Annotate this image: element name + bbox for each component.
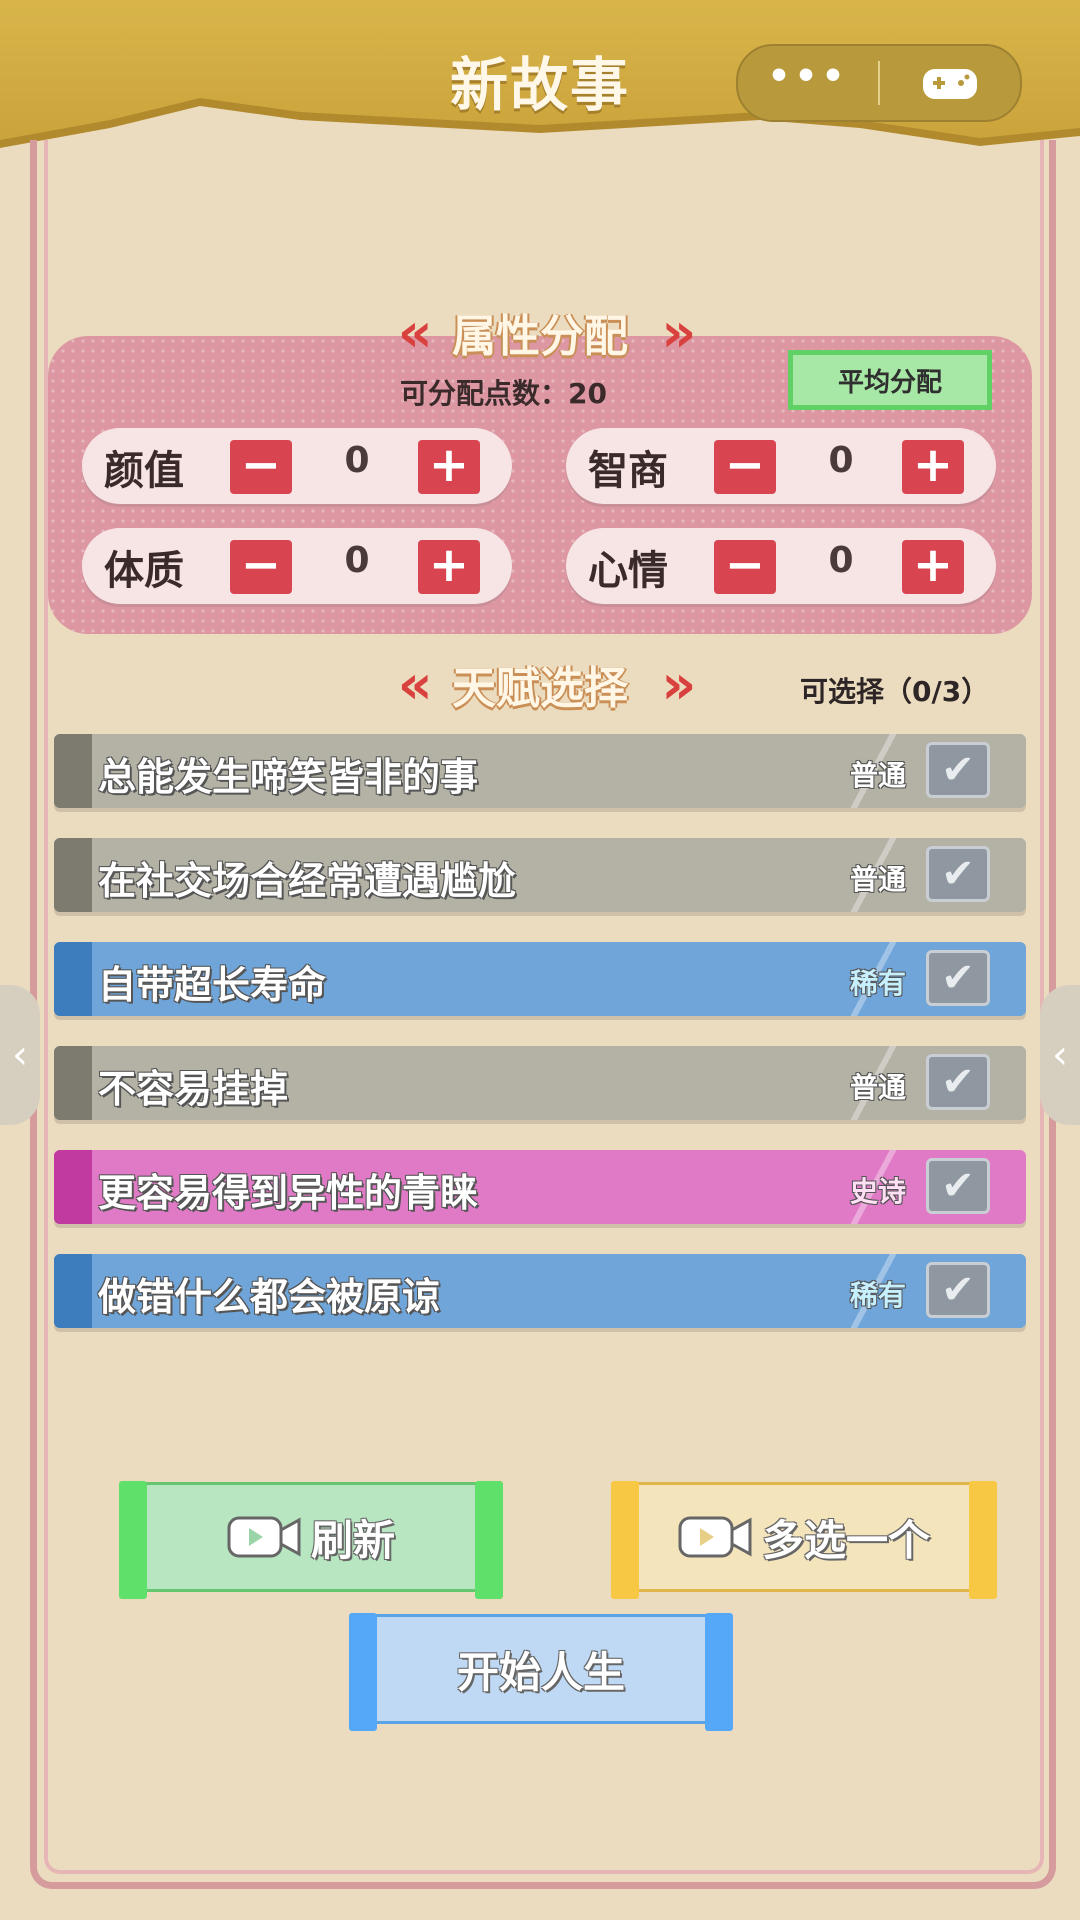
checkbox-icon[interactable]: ✔ [926,1262,990,1318]
stat-value: 0 [828,540,854,581]
plus-button[interactable]: + [902,540,964,594]
more-icon: ••• [767,55,849,97]
talent-label: 总能发生啼笑皆非的事 [98,755,479,799]
stat-mood: 心情 − 0 + [566,528,996,604]
talent-stripe [54,1150,92,1224]
stat-value: 0 [344,440,370,481]
prev-page-tab[interactable]: ‹ [0,985,40,1125]
checkbox-icon[interactable]: ✔ [926,846,990,902]
attribute-title: 属性分配 [452,311,628,362]
button-cap [475,1481,503,1599]
talent-item[interactable]: 自带超长寿命 稀有 ✔ [54,942,1026,1016]
talent-label: 在社交场合经常遭遇尴尬 [98,859,517,903]
talent-label: 做错什么都会被原谅 [98,1275,441,1319]
chevron-right-icon: ‹ [1052,1032,1068,1078]
talent-item[interactable]: 不容易挂掉 普通 ✔ [54,1046,1026,1120]
average-distribute-button[interactable]: 平均分配 [788,350,992,410]
left-chevrons-icon: « [397,301,433,364]
minus-button[interactable]: − [714,540,776,594]
checkbox-icon[interactable]: ✔ [926,742,990,798]
stat-name: 心情 [588,548,668,594]
right-chevrons-icon: » [661,301,696,364]
talent-stripe [54,838,92,912]
minus-button[interactable]: − [230,540,292,594]
talent-rarity: 普通 [849,863,906,896]
talent-label: 自带超长寿命 [98,963,327,1007]
plus-button[interactable]: + [902,440,964,494]
video-ad-icon [678,1514,752,1560]
left-chevrons-icon: « [397,653,433,716]
stat-name: 智商 [588,448,668,494]
talent-stripe [54,734,92,808]
button-cap [119,1481,147,1599]
stat-name: 体质 [104,548,184,594]
chevron-left-icon: ‹ [12,1032,28,1078]
stat-value: 0 [344,540,370,581]
talent-select-count: 可选择（0/3） [800,675,990,708]
stat-name: 颜值 [104,448,184,494]
mini-program-capsule: ••• [736,44,1022,122]
talent-title: 天赋选择 [452,663,628,714]
minus-button[interactable]: − [714,440,776,494]
talent-rarity: 普通 [849,1071,906,1104]
start-life-button[interactable]: 开始人生 [349,1613,733,1731]
more-button[interactable]: ••• [738,46,878,120]
available-points: 可分配点数：20 [400,377,607,410]
choose-more-label: 多选一个 [761,1515,930,1565]
next-page-tab[interactable]: ‹ [1040,985,1080,1125]
video-ad-icon [227,1514,301,1560]
refresh-label: 刷新 [310,1515,395,1565]
button-cap [349,1613,377,1731]
checkbox-icon[interactable]: ✔ [926,1158,990,1214]
talent-label: 不容易挂掉 [98,1067,289,1111]
talent-rarity: 普通 [849,759,906,792]
checkbox-icon[interactable]: ✔ [926,950,990,1006]
button-cap [705,1613,733,1731]
stat-value: 0 [828,440,854,481]
talent-rarity: 稀有 [849,967,906,1000]
talent-item[interactable]: 更容易得到异性的青睐 史诗 ✔ [54,1150,1026,1224]
gamepad-button[interactable] [880,46,1020,120]
gamepad-icon [923,69,977,99]
stat-constitution: 体质 − 0 + [82,528,512,604]
talent-rarity: 稀有 [849,1279,906,1312]
talent-stripe [54,942,92,1016]
plus-button[interactable]: + [418,540,480,594]
choose-one-more-button[interactable]: 多选一个 [611,1481,997,1599]
button-cap [969,1481,997,1599]
talent-stripe [54,1046,92,1120]
start-label: 开始人生 [456,1647,625,1697]
stat-appearance: 颜值 − 0 + [82,428,512,504]
talent-item[interactable]: 总能发生啼笑皆非的事 普通 ✔ [54,734,1026,808]
talent-item[interactable]: 做错什么都会被原谅 稀有 ✔ [54,1254,1026,1328]
plus-button[interactable]: + [418,440,480,494]
talent-stripe [54,1254,92,1328]
talent-rarity: 史诗 [849,1175,906,1208]
checkbox-icon[interactable]: ✔ [926,1054,990,1110]
button-cap [611,1481,639,1599]
talent-label: 更容易得到异性的青睐 [98,1171,479,1215]
talent-item[interactable]: 在社交场合经常遭遇尴尬 普通 ✔ [54,838,1026,912]
refresh-talents-button[interactable]: 刷新 [119,1481,503,1599]
stat-intelligence: 智商 − 0 + [566,428,996,504]
right-chevrons-icon: » [661,653,696,716]
minus-button[interactable]: − [230,440,292,494]
